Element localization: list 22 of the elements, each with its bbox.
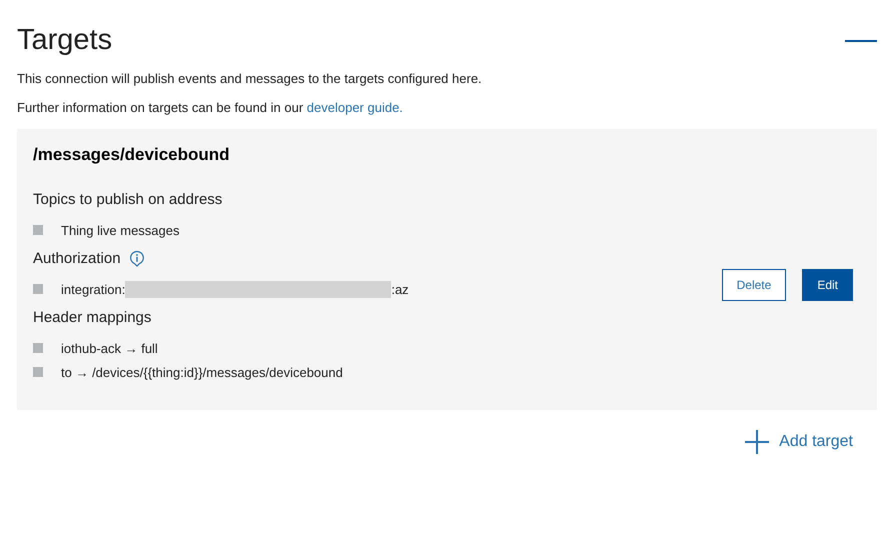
- list-text: iothub-ack → full: [61, 340, 158, 356]
- section-heading: Authorization: [33, 250, 121, 267]
- target-address: /messages/devicebound: [33, 145, 231, 165]
- developer-guide-link[interactable]: developer guide.: [306, 100, 403, 115]
- plus-icon: [745, 430, 770, 454]
- list-text: to → /devices/{{thing:id}}/messages/devicebound: [61, 364, 343, 380]
- description-text: This connection will publish events and messages to the targets configured here.: [17, 71, 483, 86]
- page-title: Targets: [17, 24, 112, 57]
- list-text: integration:: [61, 282, 126, 296]
- bullet-icon: [33, 343, 43, 353]
- section-heading: Topics to publish on address: [33, 191, 222, 208]
- edit-button[interactable]: Edit: [802, 269, 853, 301]
- bullet-icon: [33, 225, 43, 235]
- list-text: Thing live messages: [61, 222, 180, 238]
- delete-button[interactable]: Delete: [722, 269, 786, 301]
- info-icon[interactable]: [128, 250, 145, 267]
- info-text: Further information on targets can be found in our developer guide.: [17, 100, 404, 115]
- bullet-icon: [33, 284, 43, 294]
- section-heading: Header mappings: [33, 309, 152, 326]
- list-text: :az: [391, 282, 409, 296]
- bullet-icon: [33, 367, 43, 377]
- add-target-button[interactable]: Add target: [745, 430, 853, 454]
